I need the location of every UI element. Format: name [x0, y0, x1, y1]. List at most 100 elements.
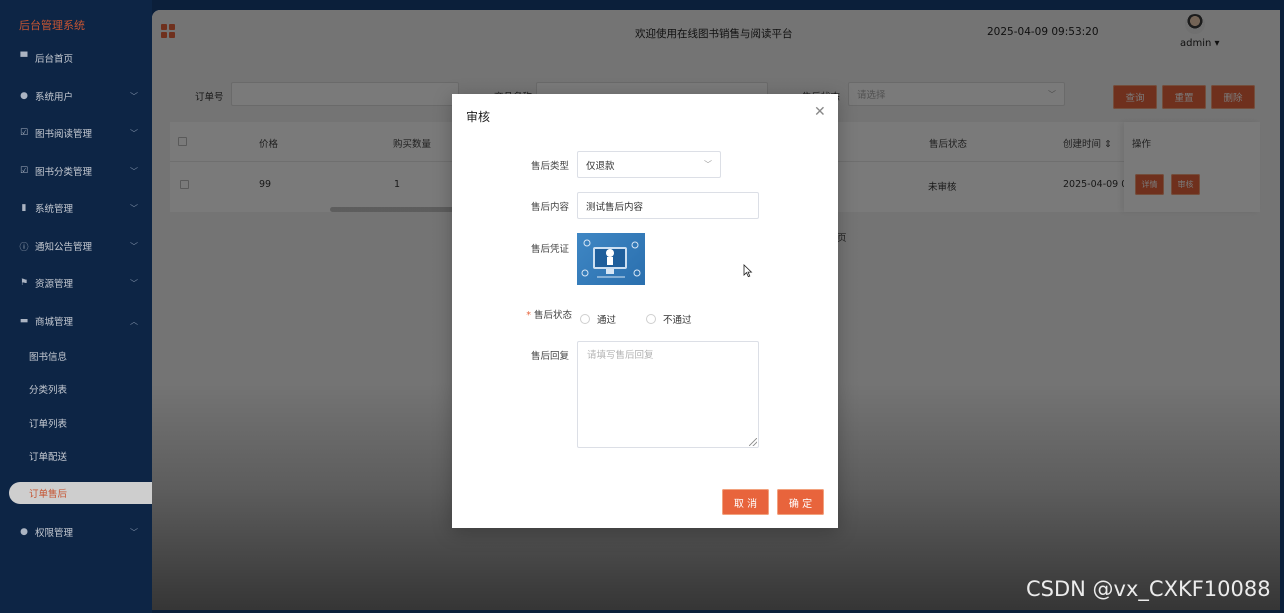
- watermark: CSDN @vx_CXKF10088: [1026, 577, 1271, 601]
- sidebar-subitem-books[interactable]: 图书信息: [0, 345, 152, 367]
- status-filter-select[interactable]: 请选择 ﹀: [848, 82, 1065, 106]
- status-label-text: 售后状态: [533, 310, 572, 321]
- info-icon: ⓘ: [19, 242, 29, 253]
- close-icon[interactable]: ✕: [814, 104, 826, 120]
- chevron-down-icon: ﹀: [130, 241, 138, 251]
- column-header-price: 价格: [259, 139, 279, 150]
- sidebar-subitem-orders[interactable]: 订单列表: [0, 412, 152, 434]
- aftersale-reply-textarea[interactable]: 请填写售后回复: [577, 341, 759, 448]
- row-checkbox[interactable]: [180, 180, 189, 189]
- sidebar: 后台管理系统 ▀ 后台首页 ● 系统用户 ﹀ ☑ 图书阅读管理 ﹀ ☑ 图书分类…: [0, 0, 152, 613]
- column-header-quantity: 购买数量: [393, 139, 432, 150]
- grid-menu-icon[interactable]: [161, 24, 175, 38]
- sidebar-item-label: 图书分类管理: [35, 167, 93, 178]
- sidebar-item-label: 资源管理: [35, 279, 74, 290]
- order-number-label: 订单号: [195, 92, 224, 103]
- status-label: * 售后状态: [502, 307, 572, 321]
- order-number-input[interactable]: [231, 82, 459, 106]
- sidebar-item-system[interactable]: ▮ 系统管理 ﹀: [0, 196, 152, 220]
- sidebar-item-resource[interactable]: ⚑ 资源管理 ﹀: [0, 271, 152, 295]
- sort-icon: ⇕: [1104, 139, 1113, 150]
- radio-label: 不通过: [663, 315, 692, 326]
- monitor-icon: ▀: [20, 53, 28, 63]
- radio-circle: [646, 314, 656, 324]
- sidebar-item-label: 通知公告管理: [35, 242, 93, 253]
- proof-label: 售后凭证: [530, 244, 569, 255]
- user-menu[interactable]: admin ▾: [1180, 38, 1220, 49]
- delete-button[interactable]: 删除: [1211, 85, 1255, 109]
- cancel-button[interactable]: 取 消: [722, 489, 769, 515]
- reply-label: 售后回复: [530, 351, 569, 362]
- required-asterisk: *: [526, 310, 531, 321]
- page-title: 欢迎使用在线图书销售与阅读平台: [635, 28, 793, 40]
- mouse-cursor-icon: [743, 264, 753, 278]
- sidebar-item-users[interactable]: ● 系统用户 ﹀: [0, 84, 152, 108]
- sidebar-item-label: 图书阅读管理: [35, 129, 93, 140]
- dialog-title: 审核: [466, 110, 491, 124]
- chevron-down-icon: ﹀: [130, 128, 138, 138]
- type-label: 售后类型: [530, 161, 569, 172]
- sidebar-item-label: 系统管理: [35, 204, 74, 215]
- chevron-down-icon: ﹀: [130, 203, 138, 213]
- checkbox-icon: ☑: [19, 166, 29, 176]
- reset-button[interactable]: 重置: [1162, 85, 1206, 109]
- chevron-down-icon: ﹀: [130, 166, 138, 176]
- proof-illustration: [581, 239, 641, 278]
- sidebar-item-label: 商城管理: [35, 317, 74, 328]
- resize-handle[interactable]: [749, 438, 757, 446]
- sidebar-item-permission[interactable]: ● 权限管理 ﹀: [0, 520, 152, 544]
- cell-created: 2025-04-09 09: [1063, 179, 1134, 190]
- sidebar-item-reading[interactable]: ☑ 图书阅读管理 ﹀: [0, 121, 152, 145]
- shop-icon: ▬: [19, 316, 29, 326]
- user-icon: ●: [20, 91, 28, 101]
- sidebar-subitem-delivery[interactable]: 订单配送: [0, 445, 152, 467]
- column-header-created-label: 创建时间: [1063, 139, 1102, 150]
- review-dialog: 审核 ✕ 售后类型 仅退款 ﹀ 售后内容 测试售后内容 售后凭证 * 售后状态 通…: [452, 94, 838, 528]
- sidebar-subitem-categories[interactable]: 分类列表: [0, 378, 152, 400]
- clock: 2025-04-09 09:53:20: [987, 26, 1099, 38]
- user-name: admin: [1180, 38, 1212, 49]
- sidebar-item-label: 后台首页: [35, 54, 74, 65]
- status-radio-reject[interactable]: 不通过: [646, 312, 692, 326]
- status-radio-pass[interactable]: 通过: [580, 312, 616, 326]
- cell-quantity: 1: [394, 179, 401, 190]
- search-button[interactable]: 查询: [1113, 85, 1157, 109]
- radio-circle: [580, 314, 590, 324]
- aftersale-type-value: 仅退款: [586, 160, 615, 172]
- chevron-down-icon: ﹀: [1048, 89, 1056, 99]
- cell-status: 未审核: [928, 182, 957, 193]
- flag-icon: ⚑: [19, 278, 29, 288]
- bar-chart-icon: ▮: [21, 203, 27, 213]
- user-icon: ●: [20, 527, 28, 537]
- sidebar-subitem-aftersale[interactable]: 订单售后: [9, 482, 152, 504]
- select-all-checkbox[interactable]: [178, 137, 187, 146]
- chevron-up-icon: ︿: [130, 316, 138, 326]
- aftersale-type-select[interactable]: 仅退款 ﹀: [577, 151, 721, 178]
- brand-title: 后台管理系统: [19, 19, 85, 32]
- column-header-operation: 操作: [1132, 139, 1152, 150]
- confirm-button[interactable]: 确 定: [777, 489, 824, 515]
- aftersale-content-field[interactable]: 测试售后内容: [577, 192, 759, 219]
- sidebar-item-label: 权限管理: [35, 528, 74, 539]
- pagination-text: 页: [837, 233, 847, 244]
- detail-button[interactable]: 详情: [1135, 174, 1164, 195]
- avatar[interactable]: [1185, 14, 1205, 34]
- radio-label: 通过: [597, 315, 617, 326]
- content-label: 售后内容: [530, 202, 569, 213]
- sidebar-item-category[interactable]: ☑ 图书分类管理 ﹀: [0, 159, 152, 183]
- proof-image[interactable]: [577, 233, 645, 285]
- sidebar-item-notice[interactable]: ⓘ 通知公告管理 ﹀: [0, 234, 152, 258]
- checkbox-icon: ☑: [19, 128, 29, 138]
- reply-placeholder: 请填写售后回复: [587, 350, 654, 361]
- column-header-created[interactable]: 创建时间 ⇕: [1063, 136, 1112, 150]
- chevron-down-icon: ﹀: [130, 527, 138, 537]
- column-header-status: 售后状态: [929, 139, 968, 150]
- cell-price: 99: [259, 179, 272, 190]
- sidebar-item-home[interactable]: ▀ 后台首页: [0, 46, 152, 70]
- chevron-down-icon: ﹀: [130, 278, 138, 288]
- chevron-down-icon: ﹀: [130, 91, 138, 101]
- review-button[interactable]: 审核: [1171, 174, 1200, 195]
- sidebar-item-shop[interactable]: ▬ 商城管理 ︿: [0, 309, 152, 333]
- status-filter-placeholder: 请选择: [857, 90, 886, 101]
- sidebar-item-label: 系统用户: [35, 92, 74, 103]
